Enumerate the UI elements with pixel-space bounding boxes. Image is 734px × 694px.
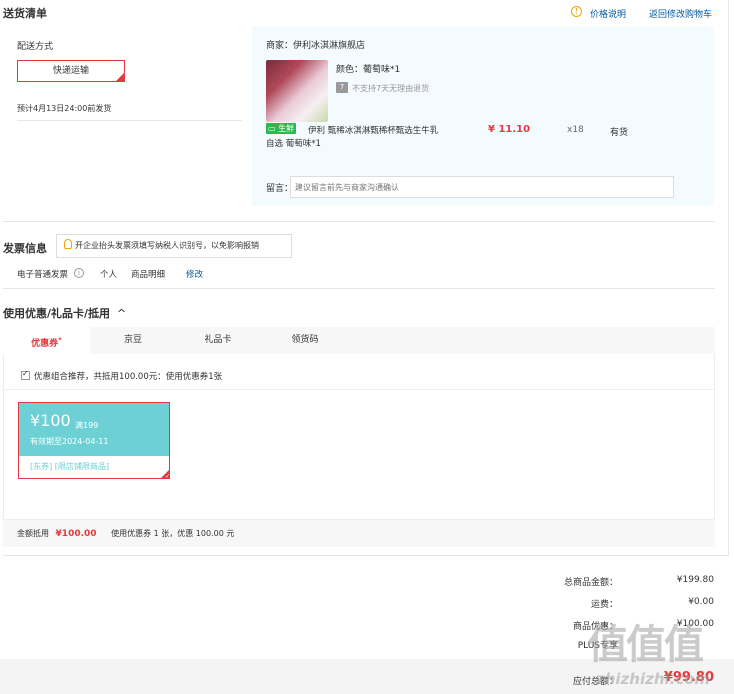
product-image[interactable] (266, 60, 328, 122)
tab-gift-card[interactable]: 礼品卡 (176, 327, 260, 354)
no-return-icon: 7 (336, 82, 348, 93)
product-name-line1[interactable]: 伊利 甄稀冰淇淋甄稀杯甄选生牛乳 (308, 124, 438, 136)
invoice-content: 商品明细 (131, 270, 166, 280)
express-shipping-button[interactable]: 快递运输 (17, 60, 125, 83)
tab-pickup-code[interactable]: 领货码 (263, 327, 347, 354)
product-price: ¥ 11.10 (488, 124, 531, 135)
price-info-link[interactable]: 价格说明 (590, 7, 626, 20)
back-to-cart-link[interactable]: 返回修改购物车 (649, 7, 712, 20)
combo-recommend[interactable]: 优惠组合推荐，共抵用100.00元：使用优惠券1张 (21, 369, 223, 382)
fresh-badge-label: ▭ 生鲜 (266, 123, 297, 134)
no-return-text: 不支持7天无理由退货 (352, 84, 430, 93)
coupon-validity: 有效期至2024-04-11 (30, 437, 109, 446)
watermark-logo: 值值值 (588, 622, 704, 668)
divider (17, 120, 242, 121)
invoice-tip: 开企业抬头发票须填写纳税人识别号，以免影响报销 (56, 234, 292, 258)
goods-total-value: ¥199.80 (676, 575, 714, 585)
shipping-estimate: 预计4月13日24:00前发货 (17, 104, 112, 113)
shipping-method-label: 配送方式 (17, 42, 54, 52)
shipping-fee-value: ¥0.00 (688, 597, 714, 607)
coupon-card[interactable]: ¥100 满199 有效期至2024-04-11 [东券] [限店铺限商品] (18, 402, 170, 480)
note-label: 留言： (266, 184, 294, 194)
divider (3, 288, 715, 289)
watermark-url: zhizhizhi.com (596, 670, 711, 688)
invoice-holder: 个人 (100, 270, 118, 280)
divider (3, 221, 715, 222)
divider (3, 555, 729, 556)
coupon-scope: [东券] [限店铺限商品] (19, 456, 169, 478)
lightbulb-icon (64, 239, 72, 249)
fresh-badge: ▭ 生鲜 (266, 123, 297, 134)
shipping-section-title: 送货清单 (3, 7, 47, 20)
combo-text: 优惠组合推荐，共抵用100.00元：使用优惠券1张 (34, 372, 223, 382)
invoice-title: 发票信息 (3, 242, 47, 255)
product-color: 颜色：葡萄味*1 (336, 65, 401, 75)
product-quantity: x18 (567, 125, 584, 135)
divider (728, 0, 729, 556)
selected-check-icon (160, 469, 170, 480)
discount-title[interactable]: 使用优惠/礼品卡/抵用 ^ (3, 305, 126, 321)
coupon-face: ¥100 满199 有效期至2024-04-11 (19, 403, 169, 456)
chevron-up-icon: ^ (116, 307, 127, 320)
product-stock: 有货 (610, 128, 629, 138)
discount-summary: 金额抵用 ¥100.00 使用优惠券 1 张，优惠 100.00 元 (3, 520, 715, 547)
coupon-condition: 满199 (75, 421, 99, 430)
shipping-fee-label: 运费： (590, 600, 618, 610)
invoice-tip-text: 开企业抬头发票须填写纳税人识别号，以免影响报销 (75, 241, 259, 250)
divider (3, 389, 715, 390)
invoice-edit-link[interactable]: 修改 (186, 268, 203, 280)
shipping-method-panel (3, 26, 253, 206)
tab-jingdou[interactable]: 京豆 (91, 327, 175, 354)
discount-tabs: 优惠券* 京豆 礼品卡 领货码 (3, 327, 715, 354)
selected-check-icon (115, 63, 125, 83)
combo-checkbox[interactable] (21, 369, 30, 380)
note-input[interactable] (290, 176, 674, 198)
tab-coupons[interactable]: 优惠券* (3, 327, 90, 354)
coupon-amount: ¥100 (30, 411, 71, 430)
shop-name: 商家：伊利冰淇淋旗舰店 (266, 41, 366, 51)
ticket-icon: ▭ (268, 124, 276, 133)
goods-total-label: 总商品金额： (563, 578, 618, 588)
summary-detail: 使用优惠券 1 张，优惠 100.00 元 (111, 529, 235, 538)
info-circle-icon[interactable]: ! (571, 6, 582, 17)
summary-label: 金额抵用 (17, 529, 49, 538)
product-name-line2[interactable]: 自选 葡萄味*1 (266, 137, 321, 149)
express-shipping-button-label: 快递运输 (52, 66, 89, 76)
discount-title-text: 使用优惠/礼品卡/抵用 (3, 307, 111, 320)
invoice-type: 电子普通发票 (17, 270, 69, 280)
info-icon[interactable]: i (74, 268, 84, 278)
summary-amount: ¥100.00 (55, 529, 97, 539)
